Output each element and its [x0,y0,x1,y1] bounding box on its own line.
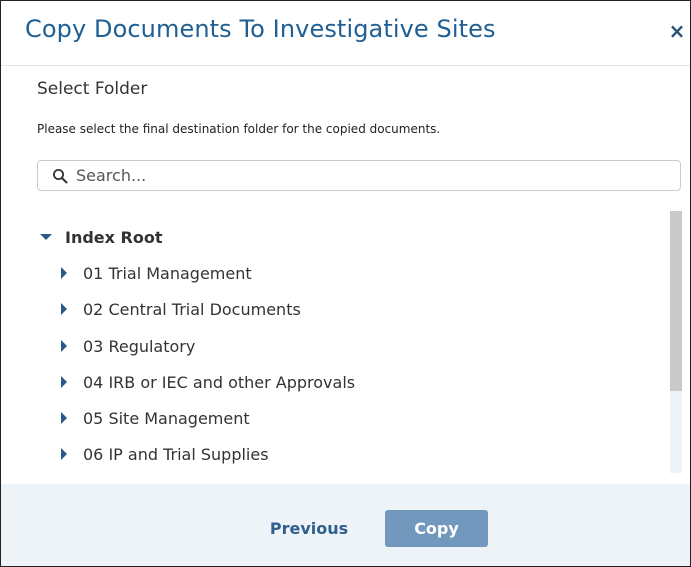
tree-node-label: 04 IRB or IEC and other Approvals [83,372,356,392]
copy-button[interactable]: Copy [385,510,488,547]
dialog-footer: Previous Copy [1,484,690,566]
caret-right-icon[interactable] [57,302,71,316]
tree-node-04-irb-or-iec[interactable]: 04 IRB or IEC and other Approvals [57,368,355,396]
instructions-text: Please select the final destination fold… [37,122,441,136]
folder-tree: Index Root 01 Trial Management 02 Centra… [21,211,666,473]
caret-right-icon[interactable] [57,375,71,389]
dialog-header: Copy Documents To Investigative Sites × [1,1,690,66]
caret-down-icon[interactable] [39,230,53,244]
tree-node-index-root[interactable]: Index Root [39,223,163,251]
tree-node-label: Index Root [65,227,163,247]
caret-right-icon[interactable] [57,266,71,280]
tree-node-03-regulatory[interactable]: 03 Regulatory [57,332,195,360]
tree-scrollbar-thumb[interactable] [670,211,682,391]
tree-node-06-ip-and-trial-supplies[interactable]: 06 IP and Trial Supplies [57,440,269,468]
dialog-title: Copy Documents To Investigative Sites [25,15,496,43]
tree-node-label: 06 IP and Trial Supplies [83,444,269,464]
tree-node-label: 01 Trial Management [83,263,252,283]
search-box[interactable] [37,160,681,191]
tree-node-label: 03 Regulatory [83,336,196,356]
close-icon[interactable]: × [666,17,688,45]
copy-documents-dialog: Copy Documents To Investigative Sites × … [0,0,691,567]
caret-right-icon[interactable] [57,447,71,461]
tree-node-05-site-management[interactable]: 05 Site Management [57,404,250,432]
search-icon [53,169,68,184]
tree-node-01-trial-management[interactable]: 01 Trial Management [57,259,252,287]
tree-node-label: 02 Central Trial Documents [83,299,301,319]
caret-right-icon[interactable] [57,339,71,353]
select-folder-heading: Select Folder [37,79,148,99]
search-input[interactable] [76,161,666,190]
tree-node-02-central-trial-documents[interactable]: 02 Central Trial Documents [57,295,301,323]
tree-node-label: 05 Site Management [83,408,250,428]
previous-button[interactable]: Previous [259,510,359,546]
caret-right-icon[interactable] [57,411,71,425]
